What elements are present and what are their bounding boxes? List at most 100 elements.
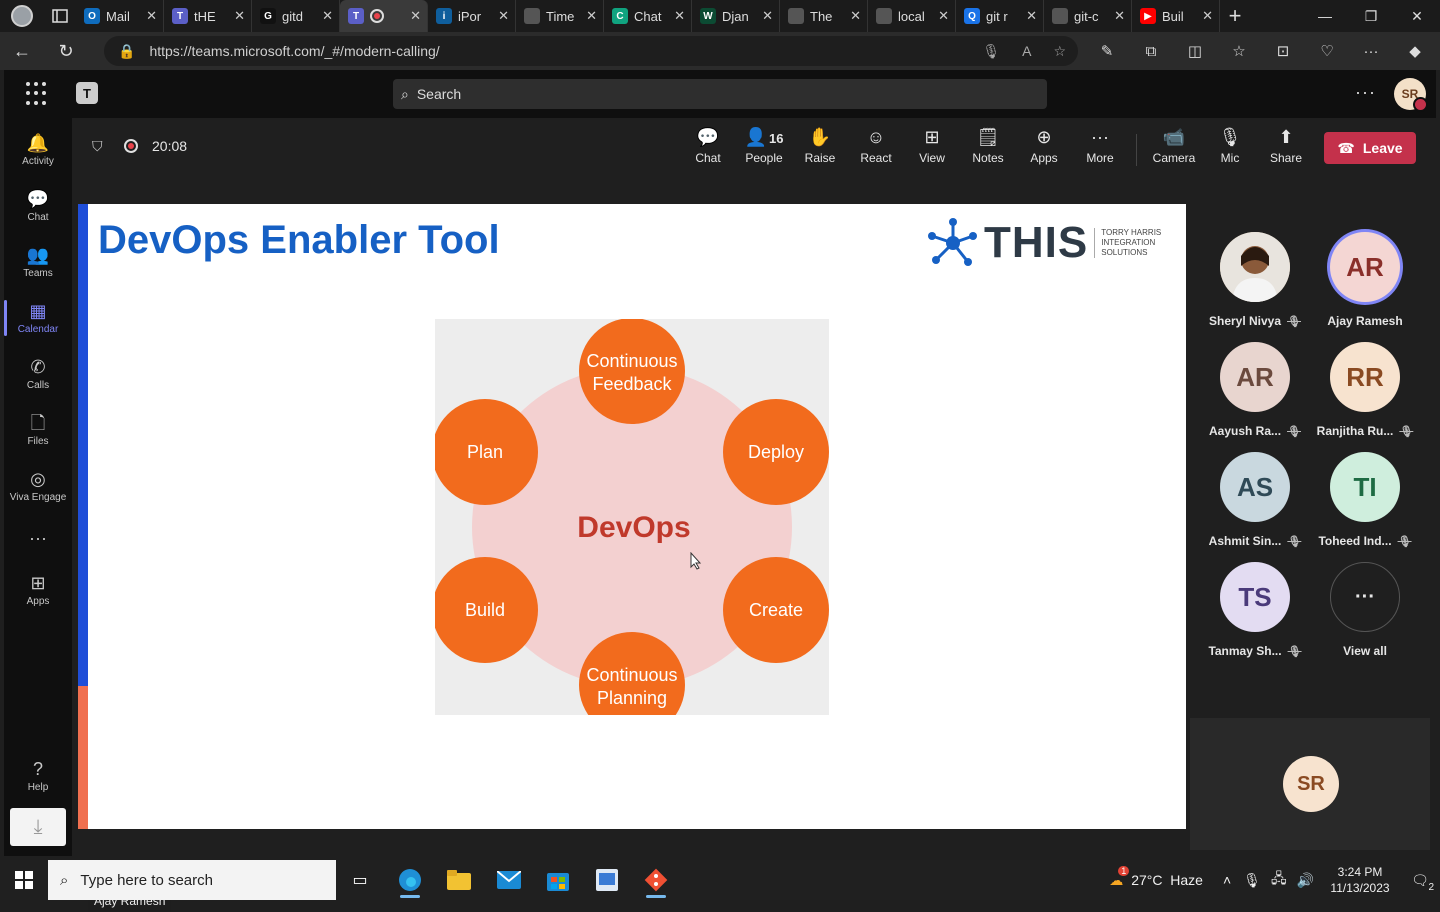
start-button[interactable]	[0, 860, 48, 900]
extensions-icon[interactable]: ⧉	[1136, 36, 1166, 66]
browser-tab[interactable]: git-c ✕	[1044, 0, 1132, 32]
close-tab-icon[interactable]: ✕	[498, 8, 509, 24]
participant-tile[interactable]: TI Toheed Ind... 🎙	[1310, 452, 1420, 552]
browser-tab[interactable]: T ✕	[340, 0, 428, 32]
minimize-button[interactable]: —	[1302, 0, 1348, 32]
task-view-button[interactable]: ▭	[336, 860, 384, 900]
browser-tab[interactable]: ▶ Buil ✕	[1132, 0, 1220, 32]
close-tab-icon[interactable]: ✕	[410, 8, 421, 24]
browser-tab[interactable]: The ✕	[780, 0, 868, 32]
view-all-participants[interactable]: ··· View all	[1310, 562, 1420, 662]
browser-profile-button[interactable]	[0, 0, 44, 32]
rail-item-viva-engage[interactable]: ◎ Viva Engage	[4, 460, 72, 512]
weather-icon[interactable]: ☁ 1	[1109, 865, 1130, 889]
browser-tab[interactable]: Time ✕	[516, 0, 604, 32]
split-screen-icon[interactable]: ◫	[1180, 36, 1210, 66]
participant-tile[interactable]: AR Aayush Ra... 🎙	[1200, 342, 1310, 442]
browser-tab[interactable]: local ✕	[868, 0, 956, 32]
read-aloud-icon[interactable]: A	[1022, 43, 1031, 60]
close-window-button[interactable]: ✕	[1394, 0, 1440, 32]
close-tab-icon[interactable]: ✕	[674, 8, 685, 24]
self-video-tile[interactable]: SR	[1190, 718, 1430, 850]
participant-tile[interactable]: RR Ranjitha Ru... 🎙	[1310, 342, 1420, 442]
close-tab-icon[interactable]: ✕	[234, 8, 245, 24]
notes-button[interactable]: 🗒 Notes	[960, 126, 1016, 170]
browser-tab[interactable]: Qgit r ✕	[956, 0, 1044, 32]
restore-button[interactable]: ❐	[1348, 0, 1394, 32]
favorites-icon[interactable]: ☆	[1224, 36, 1254, 66]
chat-button[interactable]: 💬 Chat	[680, 126, 736, 170]
view-button[interactable]: ⊞ View	[904, 126, 960, 170]
refresh-button[interactable]: ↻	[44, 32, 88, 70]
performance-icon[interactable]: ♡	[1312, 36, 1342, 66]
browser-tab[interactable]: W Djan ✕	[692, 0, 780, 32]
rail-item-teams[interactable]: 👥 Teams	[4, 236, 72, 288]
close-tab-icon[interactable]: ✕	[938, 8, 949, 24]
rail-item-calls[interactable]: ✆ Calls	[4, 348, 72, 400]
rail-item-chat[interactable]: 💬 Chat	[4, 180, 72, 232]
more-button[interactable]: ··· More	[1072, 126, 1128, 170]
raise-button[interactable]: ✋ Raise	[792, 126, 848, 170]
close-tab-icon[interactable]: ✕	[1026, 8, 1037, 24]
taskbar-app-paint[interactable]	[583, 860, 631, 900]
browser-tab[interactable]: O Mail ✕	[76, 0, 164, 32]
apps-button[interactable]: ⊕ Apps	[1016, 126, 1072, 170]
share-button[interactable]: ⬆ Share	[1258, 126, 1314, 170]
url-field[interactable]: 🔒 https://teams.microsoft.com/_#/modern-…	[104, 36, 1078, 66]
download-button[interactable]: ⤓	[10, 808, 66, 846]
rail-item-more[interactable]: ···	[4, 512, 72, 564]
browser-tab[interactable]: TtHE ✕	[164, 0, 252, 32]
taskbar-app-git[interactable]	[632, 860, 680, 900]
rail-item-calendar[interactable]: ▦ Calendar	[4, 292, 72, 344]
participant-tile[interactable]: Sheryl Nivya 🎙	[1200, 232, 1310, 332]
close-tab-icon[interactable]: ✕	[1202, 8, 1213, 24]
people-button[interactable]: 👤 16 People	[736, 126, 792, 170]
mic-icon[interactable]: 🎙	[982, 43, 1000, 60]
pen-extension-icon[interactable]: ✎	[1092, 36, 1122, 66]
close-tab-icon[interactable]: ✕	[586, 8, 597, 24]
user-avatar[interactable]: SR	[1394, 78, 1428, 112]
header-more-icon[interactable]: ···	[1355, 82, 1376, 103]
rail-item-apps[interactable]: ⊞ Apps	[4, 564, 72, 616]
participant-tile[interactable]: AR Ajay Ramesh	[1310, 232, 1420, 332]
microphone-tray-icon[interactable]: 🎙	[1243, 872, 1261, 889]
taskbar-app-edge[interactable]	[386, 860, 434, 900]
browser-tab[interactable]: C Chat ✕	[604, 0, 692, 32]
participant-tile[interactable]: AS Ashmit Sin... 🎙	[1200, 452, 1310, 552]
taskbar-app-store[interactable]	[534, 860, 582, 900]
react-button[interactable]: ☺ React	[848, 126, 904, 170]
copilot-icon[interactable]: ◆	[1400, 36, 1430, 66]
taskbar-search-input[interactable]: ⌕ Type here to search	[48, 860, 336, 900]
back-button[interactable]: ←	[0, 32, 44, 70]
close-tab-icon[interactable]: ✕	[322, 8, 333, 24]
mic-button[interactable]: 🎙 Mic	[1202, 126, 1258, 170]
search-input[interactable]: ⌕ Search	[393, 79, 1047, 109]
taskbar-app-mail[interactable]	[485, 860, 533, 900]
taskbar-app-file-explorer[interactable]	[435, 860, 483, 900]
rail-item-help[interactable]: ? Help	[4, 750, 72, 802]
tab-actions-button[interactable]	[44, 0, 76, 32]
volume-icon[interactable]: 🔊	[1297, 872, 1314, 889]
close-tab-icon[interactable]: ✕	[1114, 8, 1125, 24]
browser-tab[interactable]: Ggitd ✕	[252, 0, 340, 32]
collections-icon[interactable]: ⊡	[1268, 36, 1298, 66]
tray-overflow-icon[interactable]: ˄	[1223, 872, 1231, 888]
settings-more-icon[interactable]: ···	[1356, 36, 1386, 66]
participant-tile[interactable]: TS Tanmay Sh... 🎙	[1200, 562, 1310, 662]
close-tab-icon[interactable]: ✕	[146, 8, 157, 24]
leave-button[interactable]: ☎ Leave	[1324, 132, 1416, 164]
windows-logo-icon	[15, 871, 33, 889]
close-tab-icon[interactable]: ✕	[850, 8, 861, 24]
rail-item-files[interactable]: 🗋 Files	[4, 404, 72, 456]
camera-button[interactable]: 📹 Camera	[1146, 126, 1202, 170]
network-icon[interactable]: 🖧	[1271, 868, 1287, 892]
close-tab-icon[interactable]: ✕	[762, 8, 773, 24]
weather-text[interactable]: 27°C Haze	[1131, 872, 1203, 888]
clock[interactable]: 3:24 PM 11/13/2023	[1320, 864, 1400, 896]
app-launcher-icon[interactable]	[26, 82, 50, 106]
new-tab-button[interactable]: +	[1220, 0, 1250, 32]
favorite-star-icon[interactable]: ☆	[1053, 43, 1066, 60]
browser-tab[interactable]: i iPor ✕	[428, 0, 516, 32]
notification-center-button[interactable]: 🗨 2	[1400, 872, 1440, 893]
rail-item-activity[interactable]: 🔔 Activity	[4, 124, 72, 176]
